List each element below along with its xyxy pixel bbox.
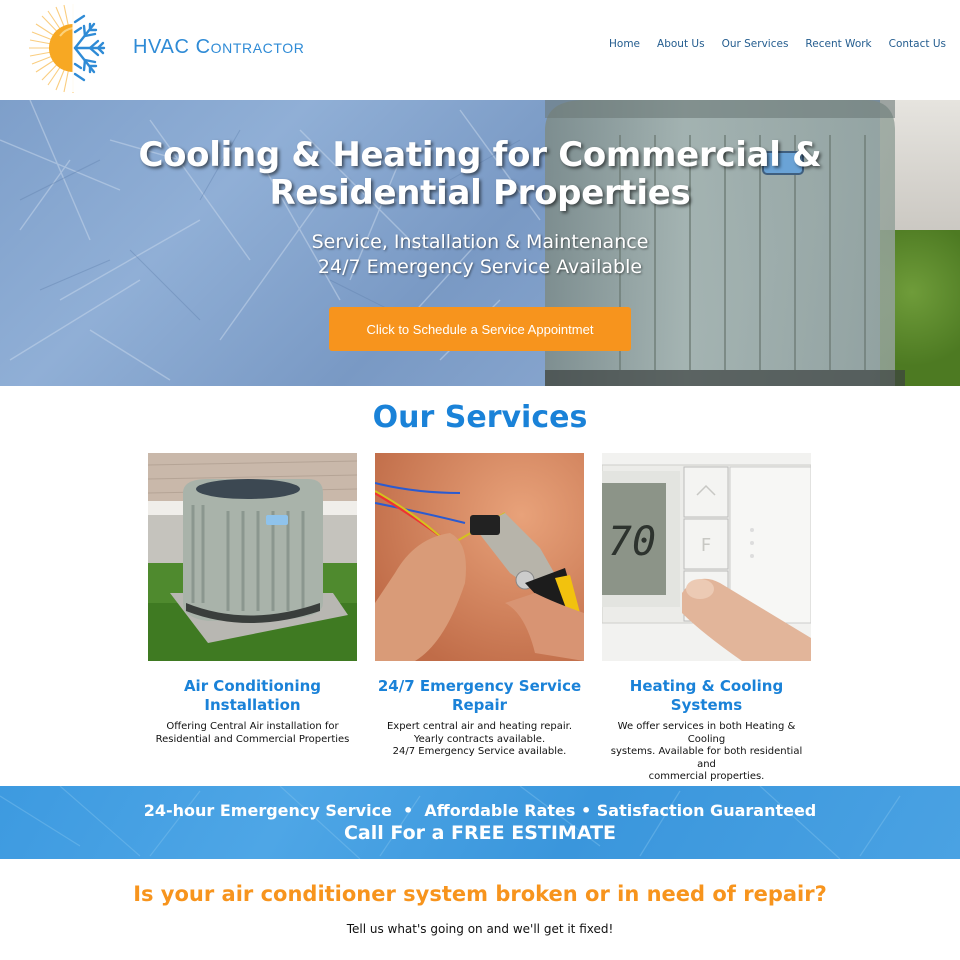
repair-subtitle: Tell us what's going on and we'll get it… [346,922,614,936]
thermostat-reading: 70 [608,519,656,565]
repair-heading: Is your air conditioner system broken or… [133,882,827,906]
hero-subtitle: Service, Installation & Maintenance 24/7… [0,230,960,280]
service-title-line-1: Air Conditioning [183,677,322,695]
outdoor-ac-unit-photo [147,453,358,661]
nav-about-us[interactable]: About Us [657,38,705,50]
service-desc-line: commercial properties. [648,771,765,782]
service-desc-line: Yearly contracts available. [413,733,546,745]
service-card-ac-installation[interactable]: Air Conditioning Installation Offering C… [147,453,358,746]
free-estimate-call[interactable]: Call For a FREE ESTIMATE [0,822,960,844]
service-desc-line: We offer services in both Heating & Cool… [617,721,796,745]
service-description: Offering Central Air installation for Re… [148,721,357,746]
service-desc-line: Offering Central Air installation for [166,721,339,732]
service-card-emergency-repair[interactable]: 24/7 Emergency Service Repair Expert cen… [374,453,584,759]
wire-stripper-hands-photo [374,453,584,661]
site-header: HVAC Contractor Home About Us Our Servic… [0,0,960,100]
services-heading: Our Services [372,400,588,435]
sun-snowflake-logo-icon[interactable] [28,2,118,94]
service-title: Air Conditioning Installation [148,677,357,715]
service-title-line-1: Heating & Cooling [629,677,784,695]
service-desc-line: 24/7 Emergency Service available. [392,746,567,757]
nav-our-services[interactable]: Our Services [722,38,789,50]
hero-subtitle-line-1: Service, Installation & Maintenance [311,231,649,253]
hero-title: Cooling & Heating for Commercial & Resid… [0,136,960,212]
hero-title-line-2: Residential Properties [269,173,691,213]
brand-name[interactable]: HVAC Contractor [133,36,305,59]
main-nav: Home About Us Our Services Recent Work C… [609,38,946,50]
hero-section: Cooling & Heating for Commercial & Resid… [0,100,960,386]
nav-recent-work[interactable]: Recent Work [805,38,871,50]
promo-banner: 24-hour Emergency Service • Affordable R… [0,786,960,859]
service-title-line-1: 24/7 Emergency Service [377,677,582,695]
service-desc-line: Residential and Commercial Properties [155,733,350,745]
nav-home[interactable]: Home [609,38,640,50]
service-title: 24/7 Emergency Service Repair [375,677,584,715]
service-title-line-2: Repair [451,696,508,714]
service-card-heating-cooling[interactable]: 70 F Heating & Cooling Systems We offer … [601,453,812,784]
service-description: Expert central air and heating repair. Y… [375,721,584,759]
service-description: We offer services in both Heating & Cool… [602,721,811,784]
service-title-line-2: Installation [204,696,301,714]
thermostat-photo: 70 F [601,453,812,661]
thermostat-unit-label: F [701,535,711,556]
hero-subtitle-line-2: 24/7 Emergency Service Available [317,256,643,278]
service-title: Heating & Cooling Systems [602,677,811,715]
banner-features: 24-hour Emergency Service • Affordable R… [143,801,817,820]
service-desc-line: Expert central air and heating repair. [386,721,573,732]
nav-contact-us[interactable]: Contact Us [889,38,946,50]
service-title-line-2: Systems [670,696,743,714]
service-desc-line: systems. Available for both residential … [610,746,803,770]
hero-title-line-1: Cooling & Heating for Commercial & [138,135,822,175]
schedule-appointment-button[interactable]: Click to Schedule a Service Appointmet [329,307,631,351]
